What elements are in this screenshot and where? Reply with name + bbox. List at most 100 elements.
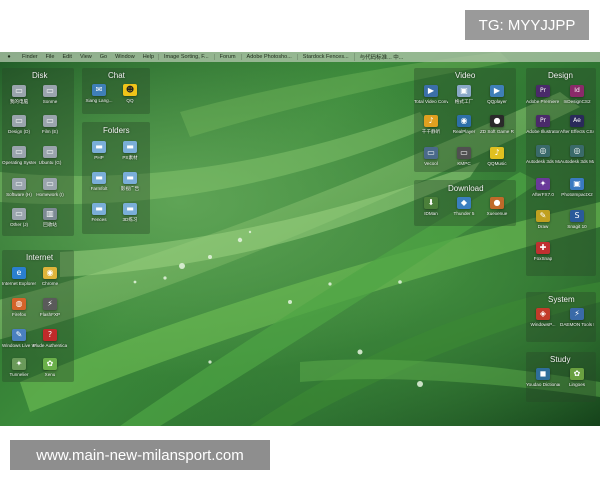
3dsmax-icon: ◎ <box>536 145 550 157</box>
internet-icon-item[interactable]: ✿ Xenu <box>33 358 67 378</box>
disk-icon-item[interactable]: ▭ 我的电脑 <box>2 85 36 105</box>
icon-label: FlashFXP <box>39 312 61 317</box>
video-icon-item[interactable]: ♪ QQMusic <box>480 147 514 167</box>
disk-icon-item[interactable]: ▭ Operating System (F) <box>2 146 36 166</box>
video-icon-item[interactable]: ◉ RealPlayer <box>447 115 481 135</box>
icon-label: Xiang Lang... <box>85 98 113 103</box>
system-icon-item[interactable]: ◈ WindowsP... <box>526 308 560 328</box>
disk-icon-item[interactable]: ▭ Design (D) <box>2 115 36 135</box>
video-icon-item[interactable]: ▶ Total Video Converter <box>414 85 448 105</box>
icon-label: Snagit 10 <box>567 224 587 229</box>
folders-title: Folders <box>103 126 130 135</box>
folder-icon-item[interactable]: ▬ PS素材 <box>113 141 147 161</box>
download-icon-item[interactable]: ● Xuexenue <box>480 197 514 217</box>
video-icon-item[interactable]: ▣ 格式工厂 <box>447 85 481 105</box>
video-icon-item[interactable]: ▭ Vecool <box>414 147 448 167</box>
internet-icon-item[interactable]: ◍ Firefox <box>2 298 36 318</box>
folder-icon-item[interactable]: ▬ Farmfolt <box>82 172 116 192</box>
taskbar-item[interactable]: Image Sorting, F... <box>158 54 214 60</box>
desktop: ● Finder File Edit View Go Window Help I… <box>0 52 600 426</box>
after-effects-icon: Ae <box>570 115 584 127</box>
menu-go[interactable]: Go <box>96 54 111 60</box>
disk-icon-item[interactable]: ▭ Ubuntu (G) <box>33 146 67 166</box>
idman-icon: ⬇ <box>424 197 438 209</box>
apple-icon[interactable]: ● <box>0 54 18 60</box>
disk-icon-item[interactable]: ▥ 回收站 <box>33 208 67 228</box>
study-icon-item[interactable]: ✿ Lingoes <box>560 368 594 388</box>
internet-icon-item[interactable]: ? Flude Authenticat... <box>33 329 67 349</box>
watermark-url: www.main-new-milansport.com <box>10 440 270 470</box>
chat-icon-item[interactable]: ✉ Xiang Lang... <box>82 84 116 104</box>
watermark-tag: TG: MYYJJPP <box>465 10 589 40</box>
design-icon-item[interactable]: ✚ FoxSnap <box>526 242 560 262</box>
disk-icon-item[interactable]: ▭ Homework (I) <box>33 178 67 198</box>
authenticator-icon: ? <box>43 329 57 341</box>
design-title: Design <box>548 71 573 80</box>
design-icon-item[interactable]: ▣ PhotoImpactX2 <box>560 178 594 198</box>
download-icon-item[interactable]: ⬇ IDMan <box>414 197 448 217</box>
folder-icon-item[interactable]: ▬ 影视广告 <box>113 172 147 192</box>
folder-icon-item[interactable]: ▬ 3D练习 <box>113 203 147 223</box>
icon-label: DAEMON Tools Lite <box>560 322 594 327</box>
icon-label: 影视广告 <box>120 186 140 191</box>
icon-label: Lingoes <box>568 382 586 387</box>
taskbar-item[interactable]: 与代码标准... 中... <box>353 53 409 61</box>
indesign-icon: Id <box>570 85 584 97</box>
menu-file[interactable]: File <box>42 54 59 60</box>
internet-icon-item[interactable]: ⚡ FlashFXP <box>33 298 67 318</box>
taskbar-item[interactable]: Stardock Fences... <box>296 54 354 60</box>
icon-label: Sonme <box>42 99 58 104</box>
icon-label: Youdao Dictionar <box>526 382 560 387</box>
menu-finder[interactable]: Finder <box>18 54 42 60</box>
icon-label: InDesignCS2 <box>563 99 591 104</box>
internet-icon-item[interactable]: e Internet Explorer <box>2 267 36 287</box>
video-app-icon: ▭ <box>424 147 438 159</box>
disk-icon-item[interactable]: ▭ Software (H) <box>2 178 36 198</box>
game-recorder-icon: ● <box>490 115 504 127</box>
icon-label: Draw <box>537 224 549 229</box>
download-title: Download <box>448 184 484 193</box>
internet-explorer-icon: e <box>12 267 26 279</box>
taskbar-item[interactable]: Adobe Photosho... <box>240 54 297 60</box>
system-icon-item[interactable]: ⚡ DAEMON Tools Lite <box>560 308 594 328</box>
design-icon-item[interactable]: S Snagit 10 <box>560 210 594 230</box>
video-icon-item[interactable]: ▶ QQplayer <box>480 85 514 105</box>
folder-icon: ▬ <box>123 203 137 215</box>
icon-label: IDMan <box>424 211 438 216</box>
design-icon-item[interactable]: Pr Adobe Illustrator <box>526 115 560 135</box>
design-icon-item[interactable]: Id InDesignCS2 <box>560 85 594 105</box>
icon-label: Software (H) <box>6 192 32 197</box>
icon-label: 格式工厂 <box>454 99 474 104</box>
folder-icon: ▬ <box>92 172 106 184</box>
lingoes-icon: ✿ <box>570 368 584 380</box>
disk-icon-item[interactable]: ▭ Sonme <box>33 85 67 105</box>
download-icon-item[interactable]: ◆ Thunder 5 <box>447 197 481 217</box>
internet-icon-item[interactable]: ✎ Windows Live Writer <box>2 329 36 349</box>
video-icon-item[interactable]: ● ZD Soft Game Recorder <box>480 115 514 135</box>
internet-icon-item[interactable]: ◉ Chrome <box>33 267 67 287</box>
video-icon-item[interactable]: ♪ 千千静听 <box>414 115 448 135</box>
design-icon-item[interactable]: ✎ Draw <box>526 210 560 230</box>
disk-icon-item[interactable]: ▭ Other (J) <box>2 208 36 228</box>
icon-label: WindowsP... <box>530 322 556 327</box>
folder-icon-item[interactable]: ▬ Fences <box>82 203 116 223</box>
design-icon-item[interactable]: ◎ Autodesk 3ds Max 9 <box>560 145 594 165</box>
internet-icon-item[interactable]: ✦ Tunnelier <box>2 358 36 378</box>
download-app-icon: ● <box>490 197 504 209</box>
menu-view[interactable]: View <box>76 54 96 60</box>
chat-icon-item[interactable]: ☻ QQ <box>113 84 147 104</box>
menu-edit[interactable]: Edit <box>58 54 75 60</box>
design-icon-item[interactable]: ◎ Autodesk 3ds Max 9 <box>526 145 560 165</box>
study-icon-item[interactable]: ◼ Youdao Dictionar <box>526 368 560 388</box>
taskbar-item[interactable]: Forum <box>213 54 241 60</box>
thunder-icon: ◆ <box>457 197 471 209</box>
video-icon-item[interactable]: ▭ KMPC <box>447 147 481 167</box>
design-icon-item[interactable]: Ae After Effects CS4 <box>560 115 594 135</box>
folder-icon-item[interactable]: ▬ PHP <box>82 141 116 161</box>
disk-icon-item[interactable]: ▭ Film (E) <box>33 115 67 135</box>
design-icon-item[interactable]: Pr Adobe Premiere ... <box>526 85 560 105</box>
menu-help[interactable]: Help <box>139 54 158 60</box>
menu-window[interactable]: Window <box>111 54 139 60</box>
design-icon-item[interactable]: ✦ AfterFX7.0 <box>526 178 560 198</box>
windows-app-icon: ◈ <box>536 308 550 320</box>
